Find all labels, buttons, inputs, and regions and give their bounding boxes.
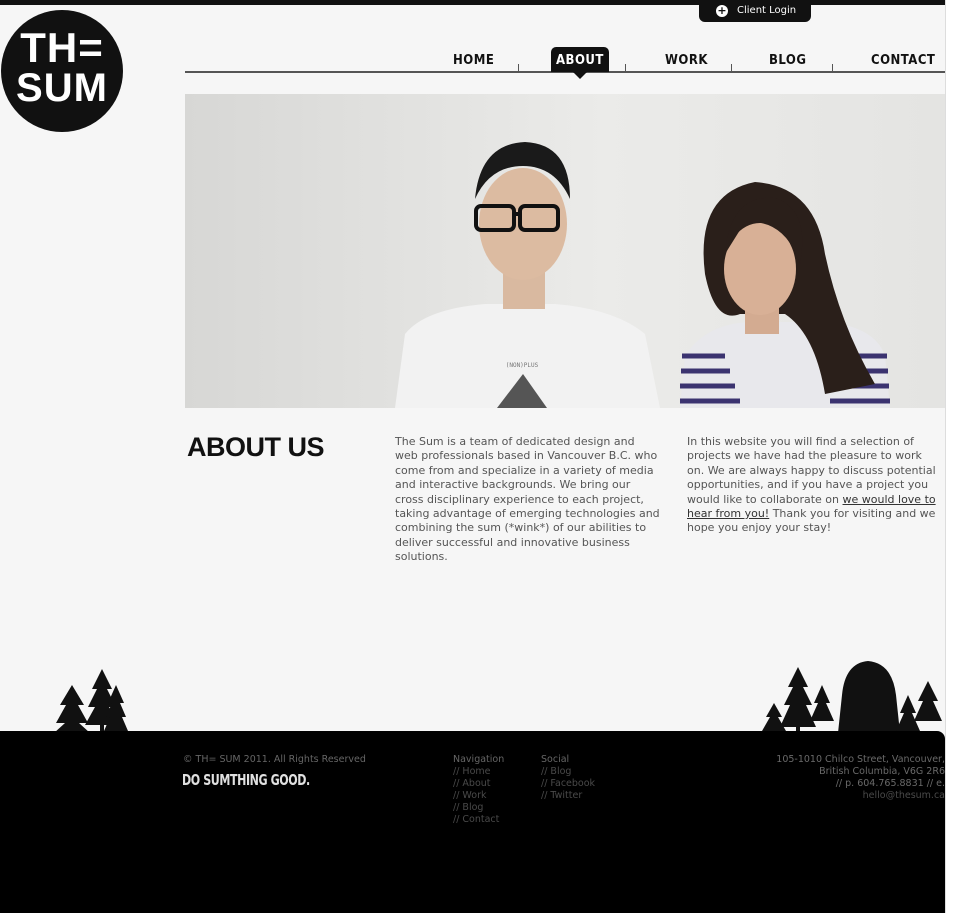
footer-social-twitter[interactable]: // Twitter [541,790,595,802]
about-paragraph-1: The Sum is a team of dedicated design an… [395,435,660,564]
logo-line-2: SUM [16,66,108,110]
about-paragraph-2: In this website you will find a selectio… [687,435,937,536]
footer-link-work[interactable]: // Work [453,790,504,802]
nav-divider [625,64,626,72]
footer-social-facebook[interactable]: // Facebook [541,778,595,790]
footer-link-contact[interactable]: // Contact [453,814,504,826]
shirt-text: (NON)PLUS [506,362,539,369]
footer-social-blog[interactable]: // Blog [541,766,595,778]
nav-divider [832,64,833,72]
hero-photo: (NON)PLUS [185,94,945,408]
footer-nav-heading: Navigation [453,754,505,765]
footer-address: 105-1010 Chilco Street, Vancouver, Briti… [760,754,945,802]
footer-link-home[interactable]: // Home [453,766,504,778]
nav-about[interactable]: ABOUT [551,47,609,79]
nav-home[interactable]: HOME [453,50,494,72]
footer-social-heading: Social [541,754,570,765]
footer-social: Social // Blog // Facebook // Twitter [541,754,595,802]
nav-divider [518,64,519,72]
nav-divider [731,64,732,72]
page: + Client Login TH= SUM HOME ABOUT WORK B… [0,0,945,913]
trees-and-sasquatch-illustration [762,661,942,733]
team-photo-illustration: (NON)PLUS [395,142,890,408]
footer-link-blog[interactable]: // Blog [453,802,504,814]
nav-work[interactable]: WORK [665,50,708,72]
trees-left-illustration [54,669,128,733]
window-edge [945,0,960,913]
phone-text: // p. 604.765.8831 // e. [835,778,945,789]
site-logo[interactable]: TH= SUM [1,10,123,132]
footer-link-about[interactable]: // About [453,778,504,790]
footer-nav: Navigation // Home // About // Work // B… [453,754,504,826]
address-line-1: 105-1010 Chilco Street, Vancouver, [776,754,945,765]
about-heading: ABOUT US [187,432,325,462]
nav-contact[interactable]: CONTACT [871,50,935,72]
tagline: DO SUMTHING GOOD. [182,771,310,789]
plus-icon: + [716,4,728,17]
address-line-2: British Columbia, V6G 2R6 [819,766,945,777]
email-link[interactable]: hello@thesum.ca [760,790,945,802]
copyright-text: © TH= SUM 2011. All Rights Reserved [183,754,366,765]
client-login-label: Client Login [737,5,797,16]
client-login-button[interactable]: + Client Login [699,0,811,22]
logo-line-1: TH= [20,24,104,71]
nav-blog[interactable]: BLOG [769,50,806,72]
